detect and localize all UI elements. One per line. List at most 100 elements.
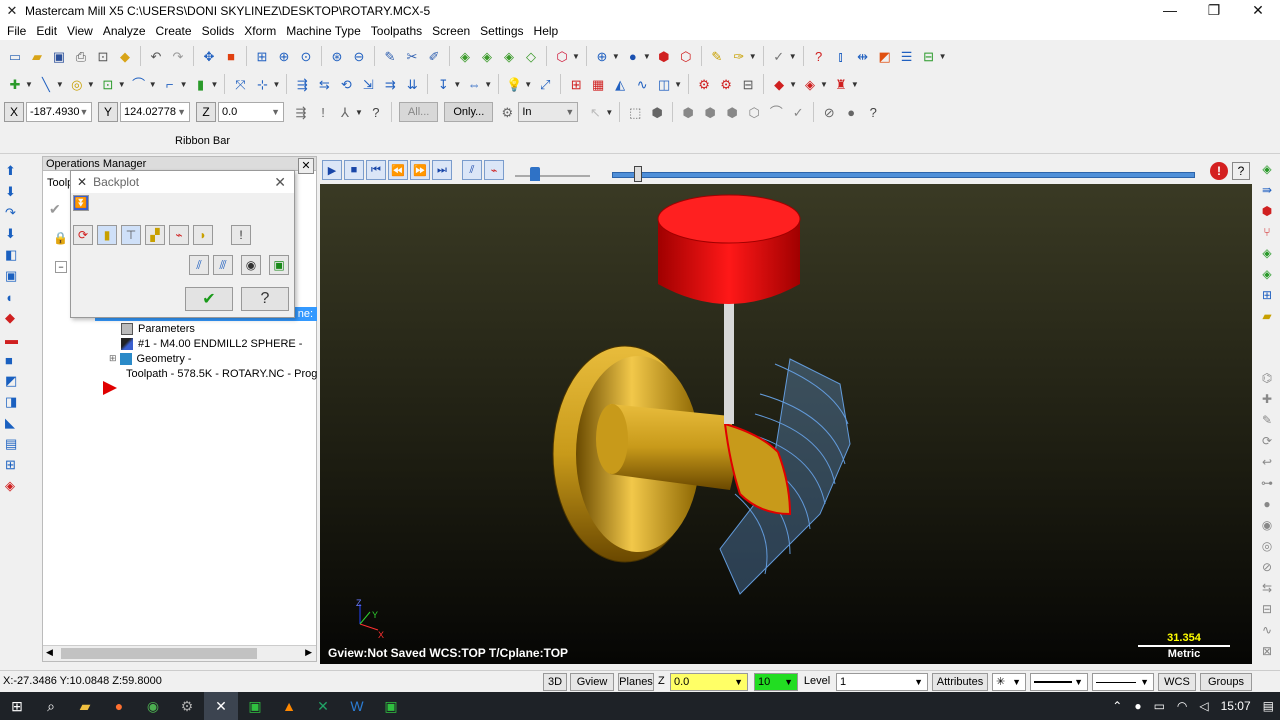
properties-icon[interactable]: ◆ [115,46,135,66]
mill-toolpath-icon[interactable]: ⚙ [694,74,714,94]
solid-extrude-icon[interactable]: ▮ [191,74,211,94]
file-explorer-icon[interactable]: ▰ [68,692,102,720]
open-file-icon[interactable]: ▰ [27,46,47,66]
y-coord-input[interactable]: 124.02778 ▼ [120,102,190,122]
quick-verify-icon[interactable]: ◗ [193,225,213,245]
green-app-icon[interactable]: ▣ [238,692,272,720]
solids-icon[interactable]: ◫ [654,74,674,94]
autocursor-help-icon[interactable]: ? [366,102,386,122]
arc-select-icon[interactable]: ⌒ [766,102,786,122]
playback-progress-thumb[interactable] [634,166,642,182]
search-icon[interactable]: ⌕ [34,692,68,720]
array-icon[interactable]: ⊟ [1257,599,1277,619]
drill-icon[interactable]: ↧ [433,74,453,94]
xform-scale-icon[interactable]: ⇲ [358,74,378,94]
menu-create[interactable]: Create [151,24,197,38]
up-arrow-icon[interactable]: ⬆ [5,161,27,181]
windows-start-icon[interactable]: ⊞ [0,692,34,720]
pan-icon[interactable]: ✥ [199,46,219,66]
menu-toolpaths[interactable]: Toolpaths [366,24,427,38]
puzzle-icon[interactable]: ✚ [1257,389,1277,409]
help-cursor-icon[interactable]: ? [809,46,829,66]
point-create-icon[interactable]: ✚ [5,74,25,94]
line-width-select[interactable]: ▼ [1092,673,1154,691]
select-all-button[interactable]: All... [398,102,439,122]
surface-finish-icon[interactable]: ◈ [800,74,820,94]
wave-icon[interactable]: ∿ [1257,620,1277,640]
point-style-select[interactable]: ✳ ▼ [992,673,1026,691]
trace-mode-icon[interactable]: ⫽ [462,160,482,180]
menu-screen[interactable]: Screen [427,24,475,38]
notifications-icon[interactable]: ▤ [1263,699,1274,713]
solid-select-icon[interactable]: ⬢ [647,102,667,122]
analyze-icon[interactable]: ✓ [769,46,789,66]
zoom-target-icon[interactable]: ⊛ [327,46,347,66]
track-all-icon[interactable]: ⫻ [213,255,233,275]
backplot-icon[interactable]: ✐ [424,46,444,66]
fit-icon[interactable]: ⊞ [252,46,272,66]
highlight-chain-icon[interactable]: ✑ [729,46,749,66]
surface-rough-icon[interactable]: ◆ [769,74,789,94]
face-select-icon[interactable]: ⬢ [678,102,698,122]
zoom-out-icon[interactable]: ⊖ [349,46,369,66]
xform-translate-icon[interactable]: ⇶ [292,74,312,94]
grid-view-icon[interactable]: ⊞ [5,455,27,475]
cube-alt-icon[interactable]: ◈ [1257,264,1277,284]
fork-icon[interactable]: ⑂ [1257,222,1277,242]
surface-icon[interactable]: ◭ [610,74,630,94]
check-select-icon[interactable]: ✓ [788,102,808,122]
lightbulb-icon[interactable]: 💡 [504,74,524,94]
insert-arrow-icon[interactable] [103,381,117,395]
blob-icon[interactable]: ● [1257,494,1277,514]
graphics-viewport[interactable]: Z Y X Gview:Not Saved WCS:TOP T/Cplane:T… [320,184,1252,664]
vlc-icon[interactable]: ▲ [272,692,306,720]
globe-icon[interactable]: ⊕ [592,46,612,66]
tree-collapse-icon[interactable]: − [55,261,67,273]
block-icon[interactable]: ⊘ [1257,557,1277,577]
undo-icon[interactable]: ↶ [146,46,166,66]
highlight-icon[interactable]: ✎ [707,46,727,66]
microphone-icon[interactable]: ● [1134,699,1141,713]
gview-button[interactable]: Gview [570,673,614,691]
play-icon[interactable]: ▶ [322,160,342,180]
wcs-button[interactable]: WCS [1158,673,1196,691]
ok-button[interactable]: ✔ [185,287,233,311]
menu-edit[interactable]: Edit [31,24,62,38]
layout-icon[interactable]: ⊟ [919,46,939,66]
tray-chevron-icon[interactable]: ⌃ [1112,699,1122,713]
menu-machine-type[interactable]: Machine Type [281,24,366,38]
box-icon[interactable]: ■ [5,350,27,370]
ops-manager-close-button[interactable]: ✕ [298,158,314,174]
z-coord-input[interactable]: 0.0 ▼ [218,102,284,122]
cylinder-icon[interactable]: ◖ [5,287,27,307]
rotate-icon[interactable]: ⟳ [1257,431,1277,451]
align-icon[interactable]: ☰ [897,46,917,66]
measure-icon[interactable]: ⬢ [1257,201,1277,221]
view-cube-side-icon[interactable]: ◈ [499,46,519,66]
minimize-button[interactable]: — [1148,0,1192,22]
dimension-icon[interactable]: ⇔ [464,74,484,94]
redo-icon[interactable]: ↷ [168,46,188,66]
app-icon[interactable]: ⚙ [170,692,204,720]
check-icon[interactable]: ✔ [49,201,65,217]
drop-icon[interactable]: ⬇ [5,224,27,244]
flip-icon[interactable]: ◩ [875,46,895,66]
close-button[interactable]: ✕ [1236,0,1280,22]
menu-view[interactable]: View [62,24,98,38]
cube-icon[interactable]: ◈ [1257,243,1277,263]
backplot-close-icon[interactable]: ✕ [274,174,286,191]
chamfer-icon[interactable]: ⌐ [160,74,180,94]
layers-icon[interactable]: ⊞ [1257,285,1277,305]
shaded-icon[interactable]: ⬢ [654,46,674,66]
tree-node-geometry[interactable]: ⊞ Geometry - [109,351,309,366]
xform-rotate-icon[interactable]: ⟲ [336,74,356,94]
wifi-icon[interactable]: ◠ [1177,699,1187,713]
line-style-select[interactable]: ▼ [1030,673,1088,691]
stop-icon[interactable]: ■ [344,160,364,180]
zoom-in-icon[interactable]: ⊙ [296,46,316,66]
expand-dialog-icon[interactable]: ⏬ [73,195,89,211]
step-forward-icon[interactable]: ⏩ [410,160,430,180]
new-file-icon[interactable]: ▭ [5,46,25,66]
transform-icon[interactable]: ⤢ [535,74,555,94]
forward-end-icon[interactable]: ⏭ [432,160,452,180]
